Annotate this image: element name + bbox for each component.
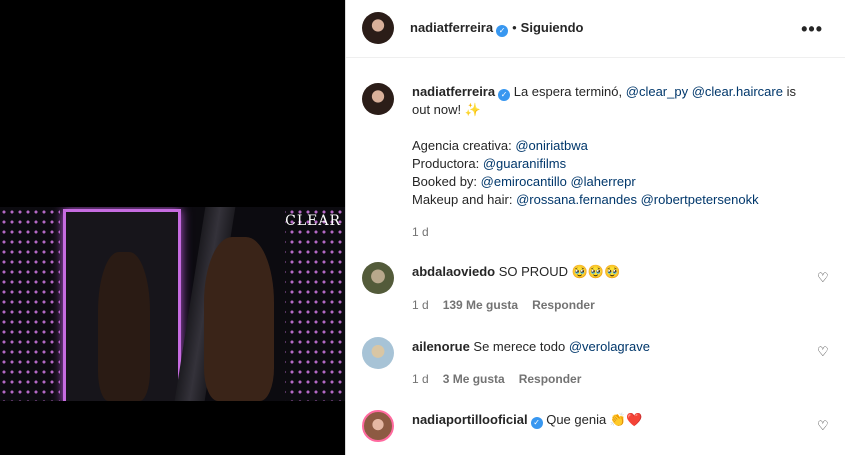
- mention-link[interactable]: @clear.haircare: [692, 84, 783, 99]
- reply-button[interactable]: Responder: [532, 298, 595, 312]
- comment-username[interactable]: nadiaportillooficial: [412, 412, 528, 427]
- video-frame[interactable]: CLEAR: [0, 207, 345, 401]
- caption-username[interactable]: nadiatferreira: [412, 84, 495, 99]
- like-heart-icon[interactable]: ♡: [817, 345, 831, 359]
- mention-link[interactable]: @emirocantillo: [481, 174, 567, 189]
- post-panel: nadiatferreira ✓ • Siguiendo ••• nadiatferr…: [345, 0, 845, 455]
- more-options-icon[interactable]: •••: [801, 19, 823, 40]
- caption-time[interactable]: 1 d: [412, 225, 429, 239]
- emoji: 👏❤️: [609, 412, 643, 427]
- mention-link[interactable]: @clear_py: [626, 84, 688, 99]
- comment-avatar[interactable]: [362, 337, 394, 369]
- comment: nadiaportillooficial ✓ Que genia 👏❤️: [412, 412, 643, 429]
- post-media[interactable]: CLEAR: [0, 0, 345, 455]
- comment-meta: 1 d 139 Me gusta Responder: [412, 298, 595, 312]
- avatar[interactable]: [362, 12, 394, 44]
- like-heart-icon[interactable]: ♡: [817, 419, 831, 433]
- verified-badge-icon: ✓: [530, 417, 543, 429]
- comment: abdalaoviedo SO PROUD 🥹🥹🥹: [412, 264, 621, 279]
- caption-avatar[interactable]: [362, 83, 394, 115]
- clear-logo: CLEAR: [285, 213, 341, 229]
- mention-link[interactable]: @verolagrave: [569, 339, 650, 354]
- sparkle-icon: ✨: [464, 102, 481, 117]
- comment-meta: 1 d3 Me gusta Responder: [412, 372, 582, 386]
- mention-link[interactable]: @guaranifilms: [483, 156, 566, 171]
- mention-link[interactable]: @oniriatbwa: [515, 138, 587, 153]
- comment-username[interactable]: ailenorue: [412, 339, 470, 354]
- caption-meta: 1 d: [412, 225, 443, 239]
- emoji: 🥹🥹🥹: [571, 264, 621, 279]
- caption: nadiatferreira ✓ La espera terminó, @clea…: [412, 84, 796, 207]
- comment-username[interactable]: abdalaoviedo: [412, 264, 495, 279]
- following-button[interactable]: Siguiendo: [521, 20, 584, 35]
- likes-count[interactable]: 3 Me gusta: [443, 372, 505, 386]
- comment-avatar[interactable]: [362, 262, 394, 294]
- model-figure: [204, 237, 274, 401]
- mention-link[interactable]: @laherrepr: [570, 174, 635, 189]
- mention-link[interactable]: @rossana.fernandes: [516, 192, 637, 207]
- verified-badge-icon: ✓: [496, 25, 509, 37]
- comment-avatar[interactable]: [362, 410, 394, 442]
- header-username[interactable]: nadiatferreira: [410, 20, 493, 35]
- model-reflection: [98, 252, 150, 401]
- verified-badge-icon: ✓: [498, 89, 511, 101]
- like-heart-icon[interactable]: ♡: [817, 271, 831, 285]
- mention-link[interactable]: @robertpetersenokk: [641, 192, 759, 207]
- comment: ailenorue Se merece todo @verolagrave: [412, 339, 650, 354]
- likes-count[interactable]: 139 Me gusta: [443, 298, 518, 312]
- post-header: nadiatferreira ✓ • Siguiendo •••: [346, 0, 845, 58]
- reply-button[interactable]: Responder: [519, 372, 582, 386]
